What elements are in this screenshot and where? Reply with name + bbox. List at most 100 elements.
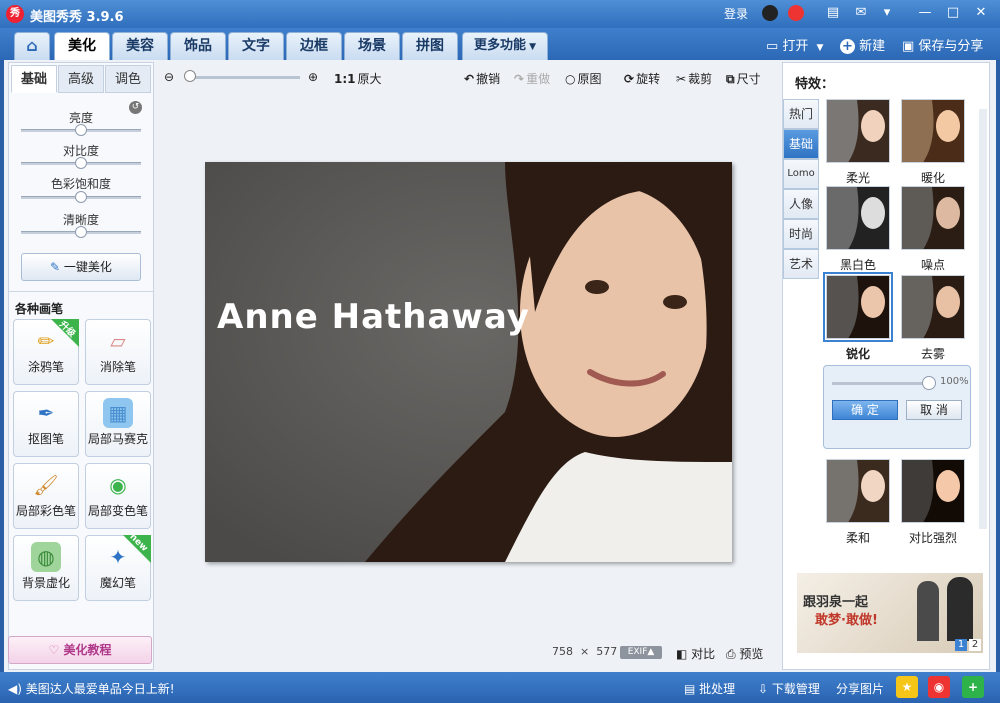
message-icon[interactable]: ✉ <box>852 5 870 21</box>
tab-accessories[interactable]: 饰品 <box>170 32 226 60</box>
minimize-icon[interactable]: — <box>916 5 934 21</box>
category-basic[interactable]: 基础 <box>783 129 819 159</box>
tool-background-blur[interactable]: ◍ 背景虚化 <box>13 535 79 601</box>
ad-person-2 <box>947 577 973 641</box>
tool-recolor-pen[interactable]: ◉ 局部变色笔 <box>85 463 151 529</box>
tab-frame[interactable]: 边框 <box>286 32 342 60</box>
tab-beautify[interactable]: 美化 <box>54 32 110 60</box>
maximize-icon[interactable]: □ <box>944 5 962 21</box>
crop-button[interactable]: ✂ 裁剪 <box>676 70 712 87</box>
resize-icon: ⧉ <box>726 72 735 86</box>
tool-eraser-pen[interactable]: ▱ 消除笔 <box>85 319 151 385</box>
effect-high-contrast[interactable] <box>901 459 965 523</box>
subtab-color[interactable]: 调色 <box>105 65 151 93</box>
blur-icon: ◍ <box>31 542 61 572</box>
menu-icon[interactable]: ▾ <box>878 5 896 21</box>
download-manager-button[interactable]: ⇩ 下载管理 <box>758 680 820 697</box>
ad-banner[interactable]: 跟羽泉一起 敢梦·敢做! 1 2 <box>797 573 983 653</box>
ok-button[interactable]: 确 定 <box>832 400 898 420</box>
category-portrait[interactable]: 人像 <box>783 189 819 219</box>
tool-magic-pen[interactable]: ✦ 魔幻笔 new <box>85 532 151 601</box>
tab-text[interactable]: 文字 <box>228 32 284 60</box>
tab-beauty[interactable]: 美容 <box>112 32 168 60</box>
compare-button[interactable]: ◧ 对比 <box>676 645 715 662</box>
batch-icon: ▤ <box>684 682 700 696</box>
rotate-button[interactable]: ⟳ 旋转 <box>624 70 660 87</box>
exif-button[interactable]: EXIF▲ <box>620 646 662 659</box>
effect-soft[interactable] <box>826 459 890 523</box>
ad-text-2: 敢梦·敢做! <box>815 613 878 628</box>
original-image-button[interactable]: ○ 原图 <box>565 70 602 87</box>
qq-icon[interactable] <box>762 5 778 21</box>
category-art[interactable]: 艺术 <box>783 249 819 279</box>
tab-collage[interactable]: 拼图 <box>402 32 458 60</box>
resize-button[interactable]: ⧉ 尺寸 <box>726 70 761 87</box>
star-icon[interactable]: ★ <box>896 676 918 698</box>
category-hot[interactable]: 热门 <box>783 99 819 129</box>
tool-mosaic[interactable]: ▦ 局部马赛克 <box>85 391 151 457</box>
photo-canvas[interactable]: Anne Hathaway <box>205 162 732 562</box>
close-icon[interactable]: ✕ <box>972 5 990 21</box>
cancel-button[interactable]: 取 消 <box>906 400 962 420</box>
category-fashion[interactable]: 时尚 <box>783 219 819 249</box>
contrast-knob[interactable] <box>75 157 87 169</box>
tutorial-button[interactable]: ♡ 美化教程 <box>8 636 152 664</box>
share-image-button[interactable]: 分享图片 <box>836 680 884 697</box>
skin-icon[interactable]: ▤ <box>824 5 842 21</box>
brightness-knob[interactable] <box>75 124 87 136</box>
tool-cutout-pen[interactable]: ✒ 抠图笔 <box>13 391 79 457</box>
zoom-slider[interactable] <box>188 76 300 79</box>
tab-more[interactable]: 更多功能 ▼ <box>462 32 548 60</box>
preview-button[interactable]: ⎙ 预览 <box>726 645 763 662</box>
zoom-knob[interactable] <box>184 70 196 82</box>
category-lomo[interactable]: Lomo <box>783 159 819 189</box>
ad-page-1[interactable]: 1 <box>955 639 967 651</box>
effect-black-white[interactable] <box>826 186 890 250</box>
add-share-icon[interactable]: + <box>962 676 984 698</box>
tool-label: 局部马赛克 <box>87 432 148 446</box>
tab-scene[interactable]: 场景 <box>344 32 400 60</box>
save-share-button[interactable]: ▣ 保存与分享 <box>902 35 983 54</box>
saturation-slider[interactable] <box>21 191 141 203</box>
effect-noise[interactable] <box>901 186 965 250</box>
news-link[interactable]: ◀) 美图达人最爱单品今日上新! <box>8 680 175 697</box>
tool-label: 抠图笔 <box>27 432 64 446</box>
open-button[interactable]: ▭ 打开 ▼ <box>766 35 823 54</box>
download-label: 下载管理 <box>771 682 820 696</box>
title-bar: 秀 美图秀秀 3.9.6 登录 ▤ ✉ ▾ — □ ✕ <box>0 0 1000 28</box>
redo-icon: ↷ <box>514 72 525 86</box>
original-size-button[interactable]: 1:1 原大 <box>334 70 382 87</box>
ad-page-2[interactable]: 2 <box>969 639 981 651</box>
batch-button[interactable]: ▤ 批处理 <box>684 680 735 697</box>
effect-sharpen[interactable] <box>823 272 893 342</box>
effects-scrollbar[interactable] <box>979 109 987 529</box>
new-button[interactable]: + 新建 <box>840 35 885 54</box>
contrast-slider[interactable] <box>21 157 141 169</box>
one-key-beautify-button[interactable]: ✎ 一键美化 <box>21 253 141 281</box>
sharpness-slider[interactable] <box>21 226 141 238</box>
effect-intensity-panel: 100% 确 定 取 消 <box>823 365 971 449</box>
effect-soft-light[interactable] <box>826 99 890 163</box>
intensity-slider[interactable] <box>832 382 932 385</box>
brightness-slider[interactable] <box>21 124 141 136</box>
subtab-advanced[interactable]: 高级 <box>58 65 104 93</box>
weibo-share-icon[interactable]: ◉ <box>928 676 950 698</box>
zoom-out-icon[interactable]: ⊖ <box>164 70 174 84</box>
image-width: 758 <box>552 645 573 658</box>
effect-dehaze[interactable] <box>901 275 965 339</box>
home-tab[interactable]: ⌂ <box>14 32 50 60</box>
tool-color-pen[interactable]: 🖌 局部彩色笔 <box>13 463 79 529</box>
redo-button[interactable]: ↷ 重做 <box>514 70 550 87</box>
undo-button[interactable]: ↶ 撤销 <box>464 70 500 87</box>
tool-doodle-pen[interactable]: ✏ 涂鸦笔 升级 <box>13 319 79 385</box>
batch-label: 批处理 <box>699 682 736 696</box>
divider <box>9 291 153 292</box>
saturation-knob[interactable] <box>75 191 87 203</box>
effect-warm[interactable] <box>901 99 965 163</box>
zoom-in-icon[interactable]: ⊕ <box>308 70 318 84</box>
intensity-knob[interactable] <box>922 376 936 390</box>
subtab-basic[interactable]: 基础 <box>11 65 57 93</box>
login-link[interactable]: 登录 <box>724 5 748 22</box>
sharpness-knob[interactable] <box>75 226 87 238</box>
weibo-icon[interactable] <box>788 5 804 21</box>
